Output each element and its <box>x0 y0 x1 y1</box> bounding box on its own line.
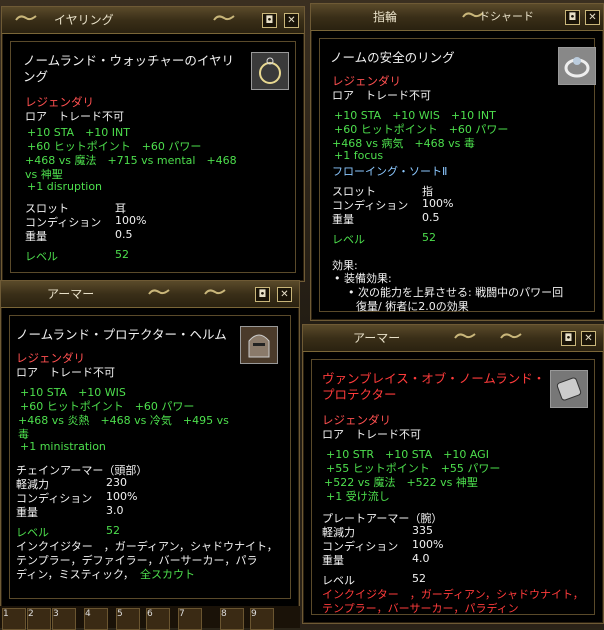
item-flags: ロア トレード不可 <box>332 89 431 102</box>
helm-tooltip-window: アーマー ◘ ✕ ノームランド・プロテクター・ヘルム レジェンダリ ロア トレー… <box>0 280 300 608</box>
scroll-ornament-icon <box>204 289 226 295</box>
ring-tooltip-body: ノームの安全のリング レジェンダリ ロア トレード不可 +10 STA +10 … <box>319 38 596 313</box>
hotbar-slot[interactable]: 7 <box>178 608 202 630</box>
ring-title-bar[interactable]: 指輪 ドシャード ◘ ✕ <box>311 4 603 31</box>
effect-line: 復量/ 術者に2.0の効果 <box>356 300 469 313</box>
hotbar-slot[interactable]: 9 <box>250 608 274 630</box>
hotbar-slot[interactable]: 6 <box>146 608 170 630</box>
level-value: 52 <box>422 231 436 244</box>
item-name: ノームの安全のリング <box>330 50 455 65</box>
earring-icon <box>251 52 289 90</box>
item-extra: フローイング・ソートⅡ <box>332 165 448 178</box>
pin-button[interactable]: ◘ <box>565 10 580 25</box>
earring-tooltip-body: ノームランド・ウォッチャーのイヤリ ング レジェンダリ ロア トレード不可 +1… <box>10 41 296 273</box>
level-label: レベル <box>332 233 365 246</box>
level-label: レベル <box>25 250 58 263</box>
scroll-ornament-icon <box>15 15 37 21</box>
condition-value: 100% <box>106 490 138 503</box>
class-list: テンプラー，バーサーカー，パラディン <box>322 602 519 615</box>
scroll-ornament-icon <box>500 333 522 339</box>
weight-value: 0.5 <box>422 211 440 224</box>
close-button[interactable]: ✕ <box>284 13 299 28</box>
stat-line: +1 ministration <box>20 440 106 453</box>
helm-tooltip-body: ノームランド・プロテクター・ヘルム レジェンダリ ロア トレード不可 +10 S… <box>9 315 291 599</box>
item-name: ング <box>23 69 49 84</box>
ring-tooltip-window: 指輪 ドシャード ◘ ✕ ノームの安全のリング レジェンダリ ロア トレード不可… <box>310 3 604 321</box>
condition-value: 100% <box>422 197 454 210</box>
item-name: ノームランド・プロテクター・ヘルム <box>16 327 227 342</box>
close-button[interactable]: ✕ <box>585 10 600 25</box>
window-title: 指輪 <box>373 10 398 24</box>
condition-value: 100% <box>412 538 444 551</box>
bracer-title-bar[interactable]: アーマー ◘ ✕ <box>303 325 603 352</box>
item-flags: ロア トレード不可 <box>16 366 115 379</box>
weight-label: 重量 <box>25 230 47 243</box>
pin-button[interactable]: ◘ <box>561 331 576 346</box>
weight-value: 3.0 <box>106 504 124 517</box>
item-name: ノームランド・ウォッチャーのイヤリ <box>23 53 235 68</box>
hotbar-slot[interactable]: 2 <box>27 608 51 630</box>
window-title: アーマー <box>353 331 401 345</box>
class-list-highlight: 全スカウト <box>140 568 195 581</box>
hotbar-slot[interactable]: 1 <box>2 608 26 630</box>
pin-button[interactable]: ◘ <box>262 13 277 28</box>
hotbar-slot[interactable]: 5 <box>116 608 140 630</box>
pin-button[interactable]: ◘ <box>255 287 270 302</box>
stat-line: +1 disruption <box>27 180 103 193</box>
window-title-overlay: ドシャード <box>479 10 534 23</box>
weight-value: 4.0 <box>412 552 430 565</box>
weight-label: 重量 <box>332 213 354 226</box>
close-button[interactable]: ✕ <box>581 331 596 346</box>
level-value: 52 <box>106 524 120 537</box>
scroll-ornament-icon <box>213 15 235 21</box>
weight-label: 重量 <box>322 554 344 567</box>
bracer-icon <box>550 370 588 408</box>
weight-value: 0.5 <box>115 228 133 241</box>
mitigation-value: 230 <box>106 476 127 489</box>
window-title: アーマー <box>47 287 95 301</box>
earring-tooltip-window: イヤリング ◘ ✕ ノームランド・ウォッチャーのイヤリ ング レジェンダリ ロア… <box>1 6 305 282</box>
item-name: プロテクター <box>322 387 397 402</box>
helm-icon <box>240 326 278 364</box>
bracer-tooltip-body: ヴァンブレイス・オブ・ノームランド・ プロテクター レジェンダリ ロア トレード… <box>311 359 595 615</box>
earring-title-bar[interactable]: イヤリング ◘ ✕ <box>2 7 304 34</box>
weight-label: 重量 <box>16 506 38 519</box>
helm-title-bar[interactable]: アーマー ◘ ✕ <box>1 281 299 308</box>
close-button[interactable]: ✕ <box>277 287 292 302</box>
mitigation-value: 335 <box>412 524 433 537</box>
stat-line: +1 focus <box>334 149 384 162</box>
bracer-tooltip-window: アーマー ◘ ✕ ヴァンブレイス・オブ・ノームランド・ プロテクター レジェンダ… <box>302 324 604 624</box>
item-flags: ロア トレード不可 <box>25 110 124 123</box>
hotbar-slot[interactable]: 3 <box>52 608 76 630</box>
item-flags: ロア トレード不可 <box>322 428 421 441</box>
stat-line: +468 vs 炎熱 +468 vs 冷気 +495 vs <box>18 414 229 427</box>
scroll-ornament-icon <box>454 333 476 339</box>
level-value: 52 <box>412 572 426 585</box>
condition-value: 100% <box>115 214 147 227</box>
ring-icon <box>558 47 596 85</box>
hotbar: 1 2 3 4 5 6 7 8 9 <box>0 606 300 630</box>
level-value: 52 <box>115 248 129 261</box>
hotbar-slot[interactable]: 4 <box>84 608 108 630</box>
stat-line: +1 受け流し <box>326 490 390 503</box>
hotbar-slot[interactable]: 8 <box>220 608 244 630</box>
scroll-ornament-icon <box>148 289 170 295</box>
window-title: イヤリング <box>54 13 114 27</box>
class-list: ディン，ミスティック， <box>16 568 135 581</box>
